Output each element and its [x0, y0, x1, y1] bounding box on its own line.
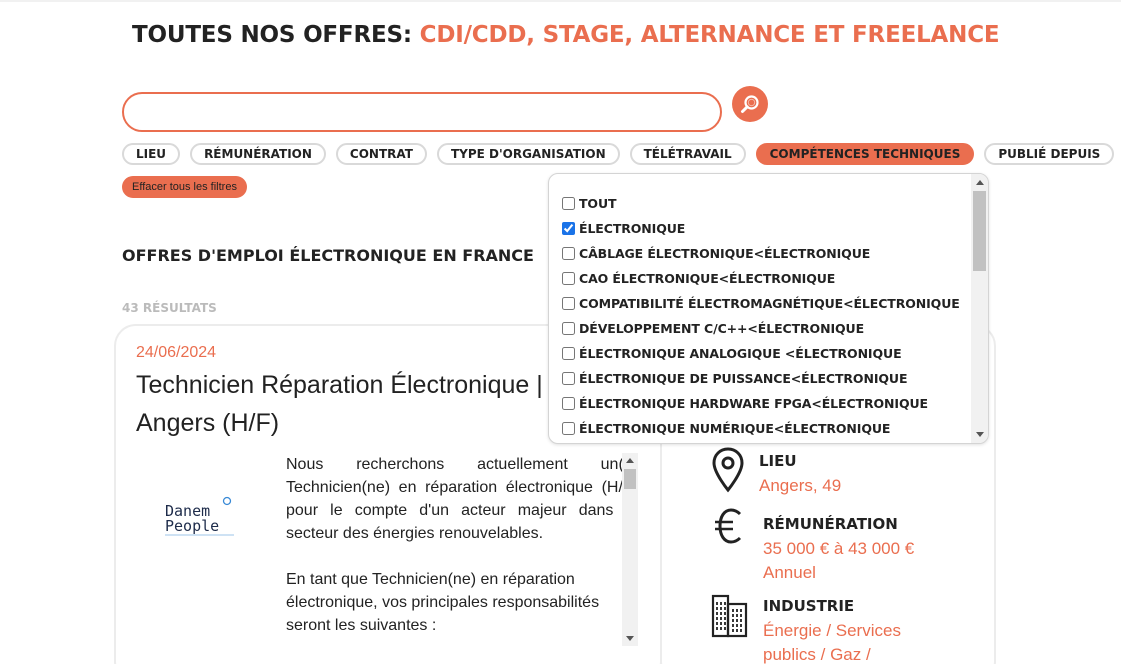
filter-chip-competences-techniques[interactable]: COMPÉTENCES TECHNIQUES — [755, 143, 975, 165]
option-electronique-analogique[interactable]: ÉLECTRONIQUE ANALOGIQUE <ÉLECTRONIQUE — [562, 343, 902, 363]
search-icon — [741, 95, 759, 113]
scroll-up-arrow-icon[interactable] — [976, 180, 984, 185]
top-divider — [0, 0, 1121, 2]
company-logo: Danem People — [162, 494, 242, 538]
option-electronique-hardware-fpga[interactable]: ÉLECTRONIQUE HARDWARE FPGA<ÉLECTRONIQUE — [562, 393, 928, 413]
option-electronique-puissance[interactable]: ÉLECTRONIQUE DE PUISSANCE<ÉLECTRONIQUE — [562, 368, 907, 388]
filter-chip-contrat[interactable]: CONTRAT — [335, 143, 427, 165]
option-checkbox[interactable] — [562, 271, 575, 285]
option-checkbox[interactable] — [562, 371, 575, 385]
scrollbar-thumb[interactable] — [624, 469, 636, 489]
option-checkbox[interactable] — [562, 421, 575, 435]
results-count: 43 RÉSULTATS — [122, 301, 217, 315]
industry-label: INDUSTRIE — [763, 597, 855, 615]
option-electronique-numerique[interactable]: ÉLECTRONIQUE NUMÉRIQUE<ÉLECTRONIQUE — [562, 418, 890, 438]
option-tout[interactable]: TOUT — [562, 193, 617, 213]
job-description-scrollbar[interactable] — [622, 453, 638, 646]
buildings-icon — [711, 594, 748, 638]
option-cao-electronique[interactable]: CAO ÉLECTRONIQUE<ÉLECTRONIQUE — [562, 268, 835, 288]
scroll-down-arrow-icon[interactable] — [626, 636, 634, 641]
location-label: LIEU — [759, 452, 797, 470]
job-description[interactable]: Nous recherchons actuellement un(e) Tech… — [286, 453, 638, 645]
salary-label: RÉMUNÉRATION — [763, 515, 898, 533]
option-checkbox[interactable] — [562, 396, 575, 410]
search-button[interactable] — [732, 86, 768, 122]
option-checkbox[interactable] — [562, 346, 575, 360]
page-title-accent: CDI/CDD, STAGE, ALTERNANCE ET FREELANCE — [419, 22, 1000, 48]
results-heading: OFFRES D'EMPLOI ÉLECTRONIQUE EN FRANCE — [122, 246, 534, 265]
scroll-up-arrow-icon[interactable] — [626, 458, 634, 463]
filter-chip-teletravail[interactable]: TÉLÉTRAVAIL — [629, 143, 746, 165]
option-electronique[interactable]: ÉLECTRONIQUE — [562, 218, 685, 238]
job-description-paragraph: En tant que Technicien(ne) en réparation… — [286, 571, 600, 634]
map-pin-icon — [712, 447, 744, 493]
salary-value: 35 000 € à 43 000 € — [763, 539, 915, 558]
option-checkbox[interactable] — [562, 246, 575, 260]
scrollbar-thumb[interactable] — [973, 191, 986, 271]
option-checkbox[interactable] — [562, 321, 575, 335]
option-checkbox[interactable] — [562, 296, 575, 310]
option-checkbox[interactable] — [562, 196, 575, 210]
scroll-down-arrow-icon[interactable] — [976, 432, 984, 437]
industry-value: Énergie / Services publics / Gaz / — [763, 621, 901, 664]
page-title-prefix: TOUTES NOS OFFRES: — [132, 22, 420, 48]
dropdown-scrollbar[interactable] — [971, 174, 988, 443]
company-logo-line2: People — [165, 517, 219, 535]
job-date: 24/06/2024 — [136, 344, 217, 361]
euro-icon — [715, 508, 742, 544]
search-input[interactable] — [122, 92, 722, 132]
filter-bar: LIEU RÉMUNÉRATION CONTRAT TYPE D'ORGANIS… — [122, 143, 1115, 165]
clear-filters-button[interactable]: Effacer tous les filtres — [122, 176, 247, 198]
option-compatibilite-electromagnetique[interactable]: COMPATIBILITÉ ÉLECTROMAGNÉTIQUE<ÉLECTRON… — [562, 293, 960, 313]
salary-period: Annuel — [763, 563, 816, 582]
option-checkbox[interactable] — [562, 221, 575, 235]
filter-chip-type-organisation[interactable]: TYPE D'ORGANISATION — [436, 143, 620, 165]
option-cablage-electronique[interactable]: CÂBLAGE ÉLECTRONIQUE<ÉLECTRONIQUE — [562, 243, 870, 263]
location-value: Angers, 49 — [759, 476, 842, 495]
job-title[interactable]: Technicien Réparation Électronique | Ang… — [136, 366, 556, 442]
filter-chip-publie-depuis[interactable]: PUBLIÉ DEPUIS — [984, 143, 1115, 165]
filter-chip-lieu[interactable]: LIEU — [122, 143, 181, 165]
filter-chip-remuneration[interactable]: RÉMUNÉRATION — [190, 143, 326, 165]
job-description-paragraph: Nous recherchons actuellement un(e) Tech… — [286, 456, 638, 542]
option-developpement-c-cpp[interactable]: DÉVELOPPEMENT C/C++<ÉLECTRONIQUE — [562, 318, 864, 338]
page-title: TOUTES NOS OFFRES: CDI/CDD, STAGE, ALTER… — [132, 22, 1000, 48]
competences-dropdown[interactable]: TOUT ÉLECTRONIQUE CÂBLAGE ÉLECTRONIQUE<É… — [548, 173, 989, 444]
